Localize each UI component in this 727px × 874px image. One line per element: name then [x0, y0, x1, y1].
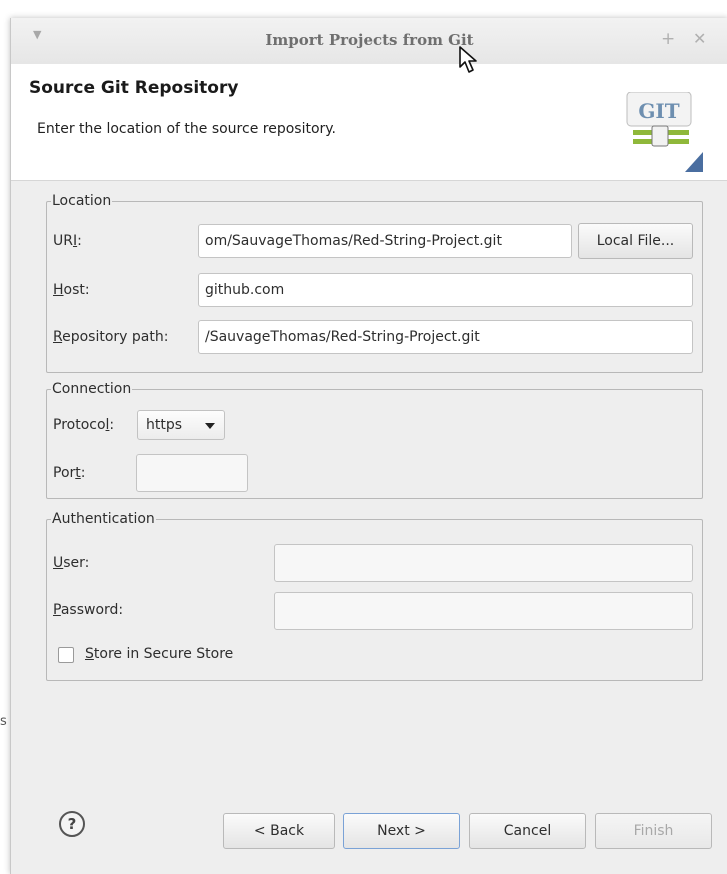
- window-title: Import Projects from Git: [265, 31, 474, 49]
- chevron-down-icon: [205, 423, 215, 429]
- repository-path-input[interactable]: /SauvageThomas/Red-String-Project.git: [198, 320, 693, 354]
- mouse-cursor-icon: [459, 46, 477, 73]
- port-input[interactable]: [136, 454, 248, 492]
- repository-path-label: Repository path:: [53, 329, 169, 345]
- next-button[interactable]: Next >: [343, 813, 460, 849]
- wizard-banner: Source Git Repository Enter the location…: [11, 64, 727, 181]
- authentication-legend: Authentication: [52, 511, 155, 527]
- title-bar[interactable]: ▼ Import Projects from Git + ✕: [11, 18, 727, 65]
- help-icon[interactable]: ?: [59, 811, 85, 837]
- protocol-label: Protocol:: [53, 417, 115, 433]
- button-bar: ? < Back Next > Cancel Finish: [11, 784, 727, 874]
- background-window: [0, 0, 10, 874]
- page-description: Enter the location of the source reposit…: [37, 121, 337, 137]
- password-label: Password:: [53, 602, 124, 618]
- connection-legend: Connection: [52, 381, 132, 397]
- user-input[interactable]: [274, 544, 693, 582]
- uri-input[interactable]: om/SauvageThomas/Red-String-Project.git: [198, 224, 572, 258]
- host-input[interactable]: github.com: [198, 273, 693, 307]
- protocol-value: https: [146, 417, 183, 433]
- local-file-button[interactable]: Local File...: [578, 223, 693, 259]
- uri-label: URI:: [53, 233, 82, 249]
- store-secure-checkbox[interactable]: [58, 647, 74, 663]
- password-input[interactable]: [274, 592, 693, 630]
- git-logo-icon: GIT: [626, 92, 703, 172]
- git-logo-text: GIT: [638, 99, 679, 123]
- cancel-button[interactable]: Cancel: [469, 813, 586, 849]
- protocol-dropdown[interactable]: https: [137, 410, 225, 440]
- import-dialog: ▼ Import Projects from Git + ✕ Source Gi…: [10, 18, 727, 874]
- port-label: Port:: [53, 465, 86, 481]
- background-text: s: [0, 714, 7, 729]
- store-secure-label[interactable]: Store in Secure Store: [85, 646, 233, 662]
- page-title: Source Git Repository: [29, 78, 239, 98]
- close-icon[interactable]: ✕: [693, 29, 706, 48]
- user-label: User:: [53, 555, 90, 571]
- back-button[interactable]: < Back: [223, 813, 335, 849]
- location-legend: Location: [52, 193, 112, 209]
- host-label: Host:: [53, 282, 90, 298]
- finish-button[interactable]: Finish: [595, 813, 712, 849]
- maximize-icon[interactable]: +: [661, 29, 675, 49]
